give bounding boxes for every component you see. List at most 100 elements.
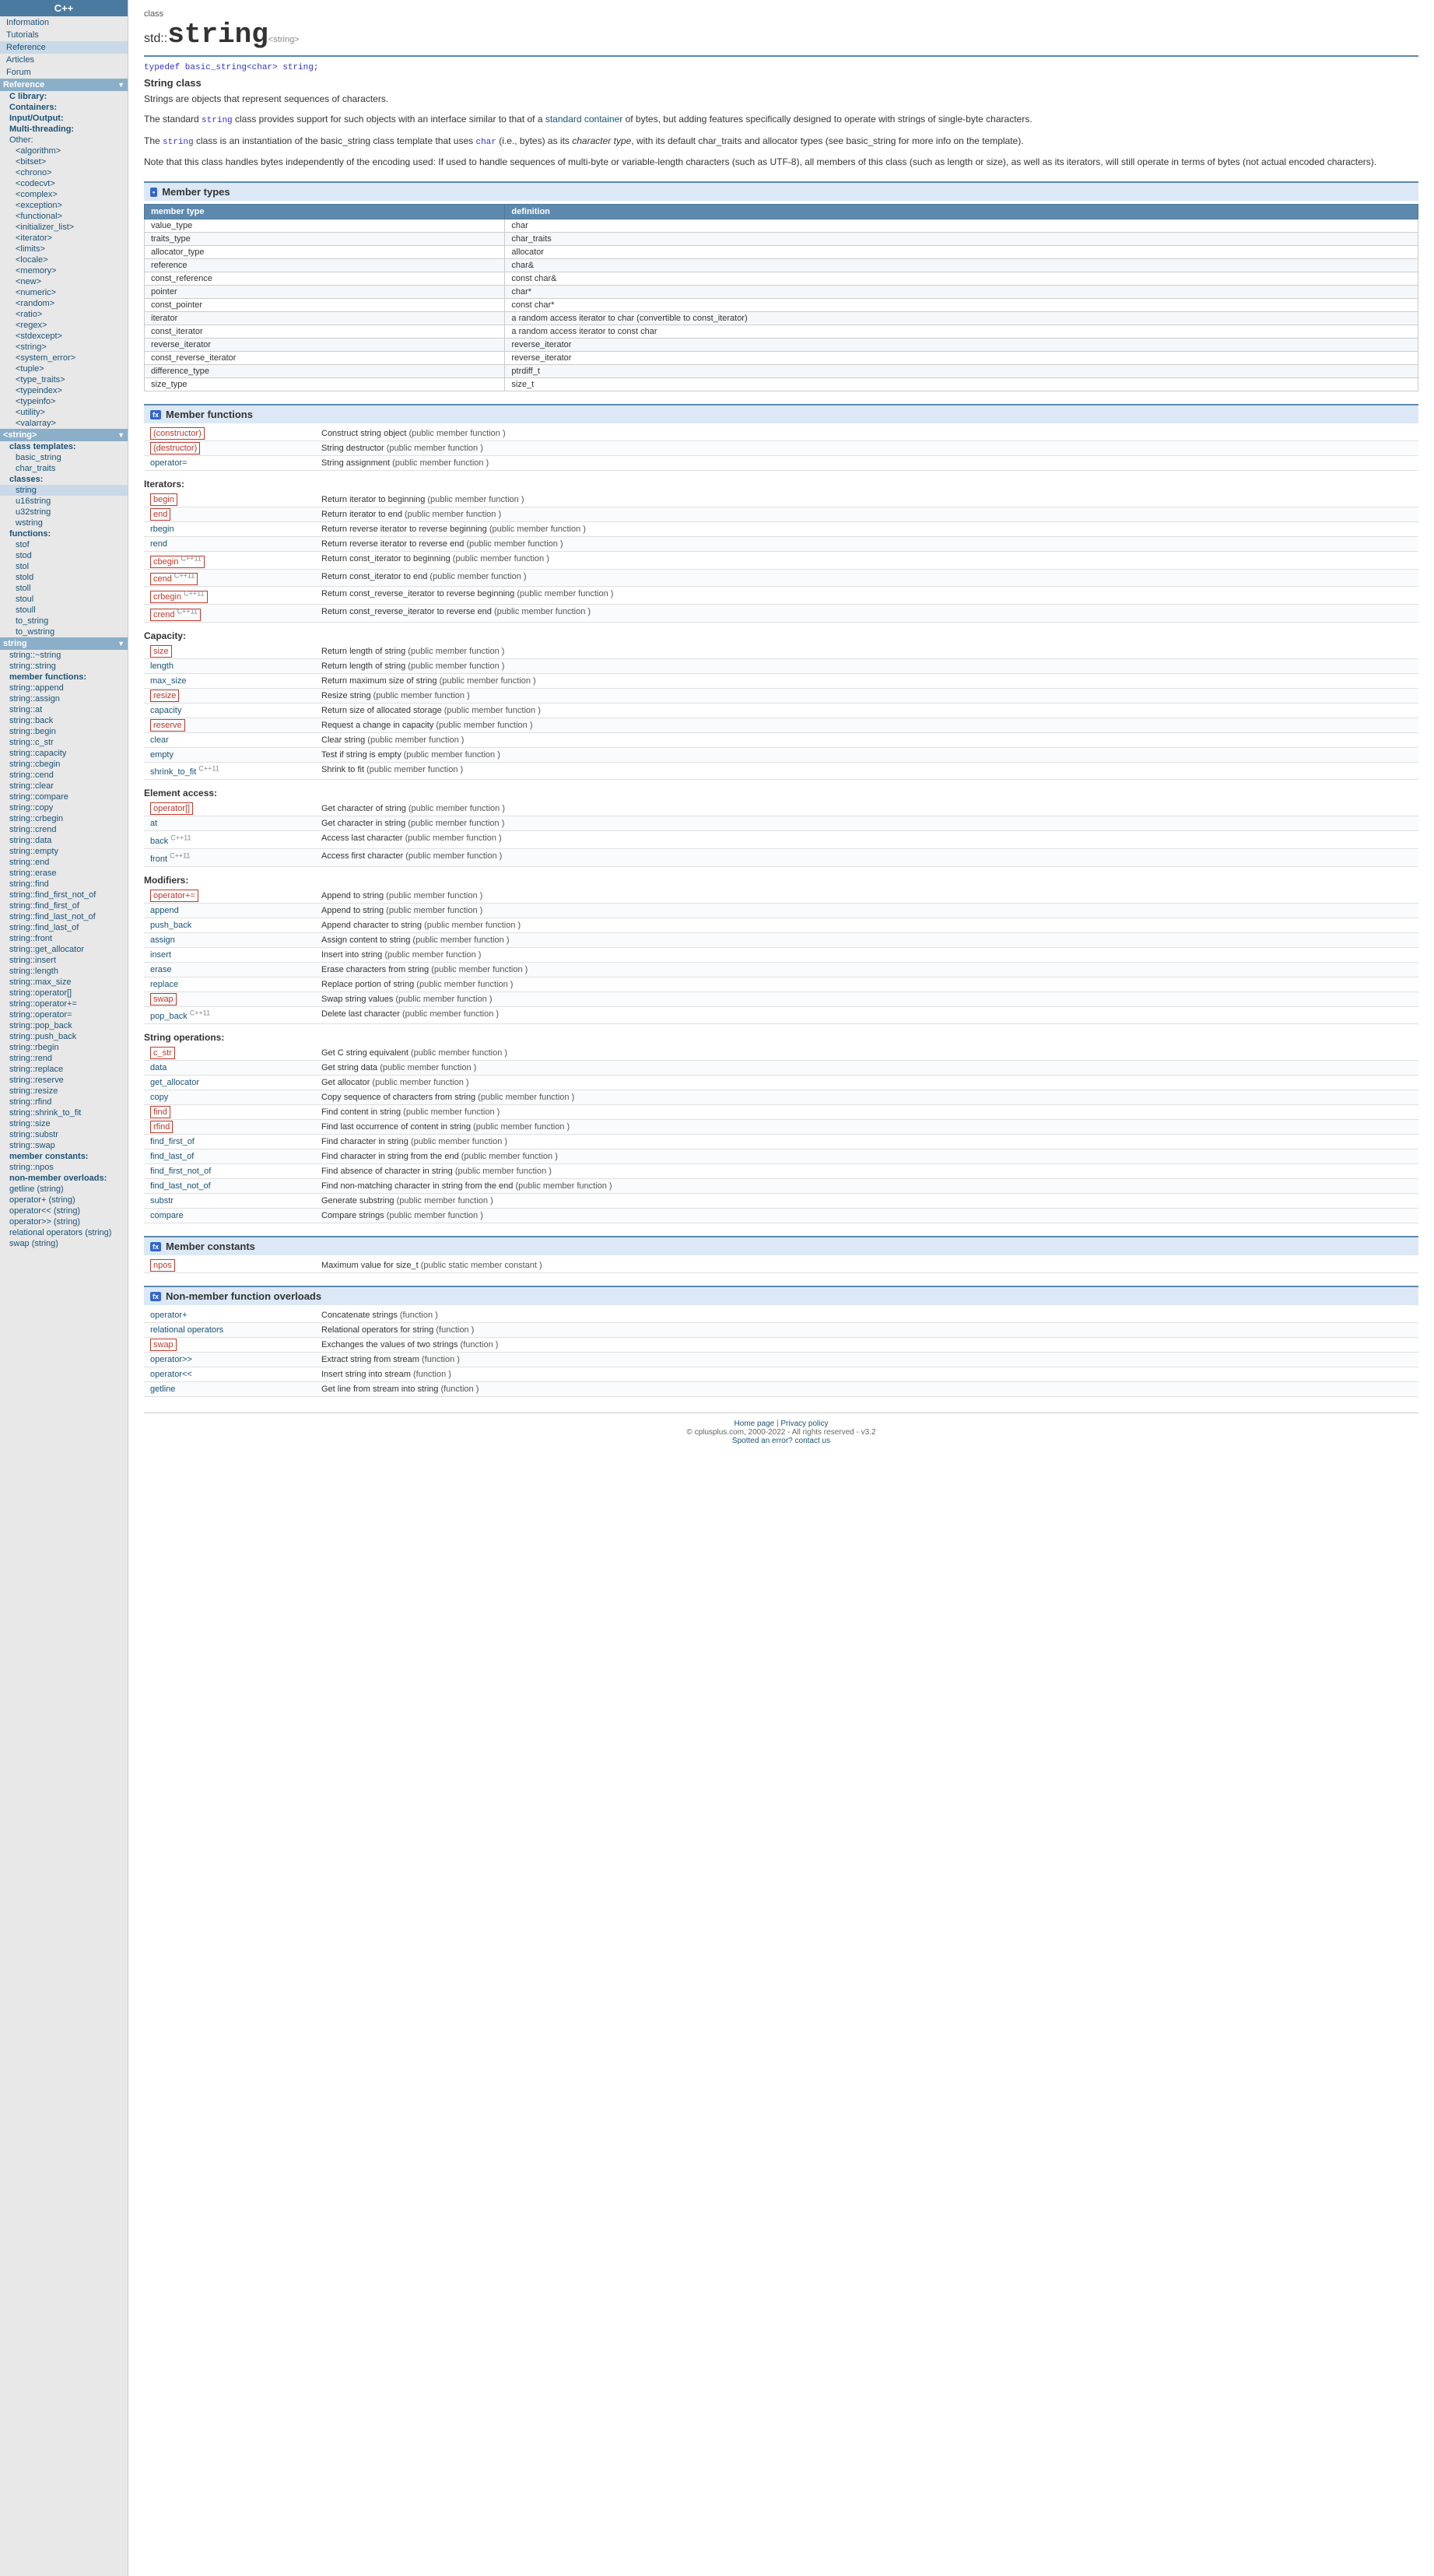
func-link[interactable]: cbegin C++11: [150, 556, 205, 568]
func-link[interactable]: substr: [150, 1196, 174, 1206]
sidebar-string-at[interactable]: string::at: [0, 704, 128, 715]
func-link[interactable]: begin: [150, 493, 177, 506]
footer-home[interactable]: Home page: [735, 1420, 775, 1428]
func-link[interactable]: copy: [150, 1093, 168, 1102]
sidebar-stol[interactable]: stol: [0, 561, 128, 572]
sidebar-complex[interactable]: <complex>: [0, 189, 128, 200]
sidebar-string-destructor[interactable]: string::~string: [0, 650, 128, 661]
sidebar-basic-string[interactable]: basic_string: [0, 452, 128, 463]
func-link[interactable]: crend C++11: [150, 609, 201, 621]
func-link[interactable]: pop_back C++11: [150, 1012, 210, 1021]
sidebar-char-traits[interactable]: char_traits: [0, 463, 128, 474]
sidebar-operator-right-shift[interactable]: operator>> (string): [0, 1216, 128, 1227]
sidebar-string-data[interactable]: string::data: [0, 835, 128, 846]
sidebar-input-output[interactable]: Input/Output:: [0, 113, 128, 124]
sidebar-string-reserve[interactable]: string::reserve: [0, 1075, 128, 1086]
func-link[interactable]: at: [150, 819, 157, 828]
sidebar-string-erase[interactable]: string::erase: [0, 868, 128, 879]
func-link[interactable]: find: [150, 1106, 170, 1118]
expand-string-member-icon[interactable]: ▼: [117, 640, 124, 648]
sidebar-string-front[interactable]: string::front: [0, 933, 128, 944]
sidebar-string-crend[interactable]: string::crend: [0, 824, 128, 835]
sidebar-string-cstr[interactable]: string::c_str: [0, 737, 128, 748]
func-link[interactable]: rfind: [150, 1121, 173, 1133]
sidebar-string-capacity[interactable]: string::capacity: [0, 748, 128, 759]
sidebar-string[interactable]: <string>: [0, 342, 128, 353]
sidebar-string-rbegin[interactable]: string::rbegin: [0, 1042, 128, 1053]
func-link[interactable]: find_first_of: [150, 1137, 195, 1146]
sidebar-string-begin[interactable]: string::begin: [0, 726, 128, 737]
func-link[interactable]: operator+=: [150, 890, 198, 902]
func-link[interactable]: relational operators: [150, 1325, 223, 1335]
destructor-name[interactable]: (destructor): [150, 442, 200, 454]
sidebar-codecvt[interactable]: <codecvt>: [0, 178, 128, 189]
sidebar-string-end[interactable]: string::end: [0, 857, 128, 868]
sidebar-typeindex[interactable]: <typeindex>: [0, 385, 128, 396]
sidebar-stdexcept[interactable]: <stdexcept>: [0, 331, 128, 342]
sidebar-typeinfo[interactable]: <typeinfo>: [0, 396, 128, 407]
func-link[interactable]: getline: [150, 1385, 175, 1394]
sidebar-containers[interactable]: Containers:: [0, 102, 128, 113]
sidebar-ratio[interactable]: <ratio>: [0, 309, 128, 320]
func-link[interactable]: replace: [150, 980, 178, 989]
sidebar-string-operator-bracket[interactable]: string::operator[]: [0, 988, 128, 998]
sidebar-numeric[interactable]: <numeric>: [0, 287, 128, 298]
func-link[interactable]: size: [150, 645, 172, 658]
sidebar-locale[interactable]: <locale>: [0, 254, 128, 265]
sidebar-string-compare[interactable]: string::compare: [0, 791, 128, 802]
sidebar-exception[interactable]: <exception>: [0, 200, 128, 211]
sidebar-string-npos[interactable]: string::npos: [0, 1162, 128, 1173]
func-link[interactable]: npos: [150, 1259, 175, 1272]
sidebar-chrono[interactable]: <chrono>: [0, 167, 128, 178]
sidebar-string-shrink-to-fit[interactable]: string::shrink_to_fit: [0, 1107, 128, 1118]
func-link[interactable]: c_str: [150, 1047, 175, 1059]
func-link[interactable]: rbegin: [150, 525, 174, 534]
sidebar-multi-threading[interactable]: Multi-threading:: [0, 124, 128, 135]
sidebar-regex[interactable]: <regex>: [0, 320, 128, 331]
func-link[interactable]: length: [150, 662, 174, 671]
sidebar-other[interactable]: Other:: [0, 135, 128, 146]
func-link[interactable]: assign: [150, 935, 175, 945]
func-link[interactable]: operator[]: [150, 802, 193, 815]
func-link[interactable]: find_last_not_of: [150, 1181, 211, 1191]
sidebar-string-find[interactable]: string::find: [0, 879, 128, 890]
sidebar-string-push-back[interactable]: string::push_back: [0, 1031, 128, 1042]
footer-spotted[interactable]: Spotted an error? contact us: [732, 1437, 830, 1445]
sidebar-random[interactable]: <random>: [0, 298, 128, 309]
nav-information[interactable]: Information: [0, 16, 128, 29]
sidebar-to-wstring[interactable]: to_wstring: [0, 626, 128, 637]
func-link[interactable]: push_back: [150, 921, 191, 930]
sidebar-string-assign[interactable]: string::assign: [0, 693, 128, 704]
func-link[interactable]: capacity: [150, 706, 181, 715]
sidebar-string-size[interactable]: string::size: [0, 1118, 128, 1129]
sidebar-string-substr[interactable]: string::substr: [0, 1129, 128, 1140]
sidebar-algorithm[interactable]: <algorithm>: [0, 146, 128, 156]
func-link[interactable]: empty: [150, 750, 174, 760]
sidebar-u16string[interactable]: u16string: [0, 496, 128, 507]
sidebar-u32string[interactable]: u32string: [0, 507, 128, 518]
func-link[interactable]: find_first_not_of: [150, 1167, 211, 1176]
footer-privacy[interactable]: Privacy policy: [780, 1420, 828, 1428]
sidebar-string-rend[interactable]: string::rend: [0, 1053, 128, 1064]
sidebar-functional[interactable]: <functional>: [0, 211, 128, 222]
sidebar-wstring[interactable]: wstring: [0, 518, 128, 528]
sidebar-swap-string[interactable]: swap (string): [0, 1238, 128, 1249]
constructor-name[interactable]: (constructor): [150, 427, 205, 440]
func-link[interactable]: front C++11: [150, 855, 190, 864]
func-link[interactable]: find_last_of: [150, 1152, 194, 1161]
sidebar-stold[interactable]: stold: [0, 572, 128, 583]
sidebar-memory[interactable]: <memory>: [0, 265, 128, 276]
func-link[interactable]: resize: [150, 690, 179, 702]
sidebar-string-copy[interactable]: string::copy: [0, 802, 128, 813]
sidebar-string-insert[interactable]: string::insert: [0, 955, 128, 966]
nav-tutorials[interactable]: Tutorials: [0, 29, 128, 41]
sidebar-string-rfind[interactable]: string::rfind: [0, 1097, 128, 1107]
func-link[interactable]: swap: [150, 1339, 177, 1351]
nav-forum[interactable]: Forum: [0, 66, 128, 79]
sidebar-string-get-allocator[interactable]: string::get_allocator: [0, 944, 128, 955]
sidebar-to-string[interactable]: to_string: [0, 616, 128, 626]
sidebar-string-max-size[interactable]: string::max_size: [0, 977, 128, 988]
func-link[interactable]: operator+: [150, 1311, 187, 1320]
sidebar-string-find-last-of[interactable]: string::find_last_of: [0, 922, 128, 933]
sidebar-string-append[interactable]: string::append: [0, 683, 128, 693]
